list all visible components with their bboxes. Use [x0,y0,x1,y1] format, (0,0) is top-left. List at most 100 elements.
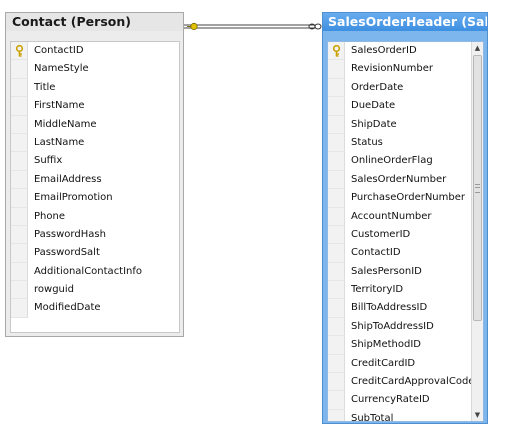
row-selector[interactable] [328,244,345,263]
row-selector[interactable] [328,409,345,421]
row-selector[interactable] [11,244,28,263]
row-selector[interactable] [328,262,345,282]
column-name: PasswordSalt [34,247,100,259]
row-selector[interactable] [328,207,345,226]
column-row[interactable]: SalesPersonID [328,262,471,282]
column-row[interactable]: SalesOrderID [328,42,471,61]
column-row[interactable]: TerritoryID [328,281,471,300]
sales-order-header-title[interactable]: SalesOrderHeader (Sales) [323,13,487,31]
row-selector[interactable] [328,97,345,116]
column-row[interactable]: ShipToAddressID [328,317,471,337]
column-name: ShipMethodID [351,339,421,351]
column-name: Phone [34,210,65,222]
scroll-up-arrow-icon[interactable]: ▲ [472,42,483,54]
column-row[interactable]: CurrencyRateID [328,391,471,410]
contact-column-list: ContactID NameStyle Title FirstName MiddleNa… [11,42,179,318]
column-row[interactable]: CreditCardApprovalCode [328,373,475,392]
column-name: OrderDate [351,81,404,93]
row-selector[interactable] [328,281,345,300]
column-name: MiddleName [34,118,97,130]
sales-order-header-column-list: SalesOrderID RevisionNumber OrderDate DueDa… [328,42,475,421]
row-selector[interactable] [11,299,28,318]
column-row[interactable]: ModifiedDate [11,299,179,318]
column-name: BillToAddressID [351,302,428,314]
row-selector[interactable] [11,115,28,134]
primary-key-icon [15,45,24,57]
row-selector[interactable] [11,170,28,190]
column-row[interactable]: Title [11,78,179,98]
column-row[interactable]: EmailAddress [11,170,179,190]
relationship-connector[interactable] [184,22,322,31]
row-selector[interactable] [328,78,345,98]
column-name: CurrencyRateID [351,394,430,406]
column-row[interactable]: ShipMethodID [328,336,471,355]
column-name: AccountNumber [351,210,432,222]
column-row[interactable]: NameStyle [11,60,179,79]
column-row[interactable]: PasswordSalt [11,244,179,263]
row-selector[interactable] [328,373,345,392]
scroll-down-arrow-icon[interactable]: ▼ [472,409,483,421]
column-row[interactable]: BillToAddressID [328,299,471,318]
row-selector[interactable] [11,207,28,226]
row-selector[interactable] [328,354,345,374]
row-selector[interactable] [328,189,345,208]
row-selector[interactable] [11,262,28,282]
row-selector[interactable] [11,78,28,98]
row-selector[interactable] [328,391,345,410]
column-row[interactable]: AdditionalContactInfo [11,262,179,282]
column-name: TerritoryID [351,284,404,296]
column-row[interactable]: FirstName [11,97,179,116]
column-row[interactable]: MiddleName [11,115,179,134]
column-row[interactable]: CreditCardID [328,354,471,374]
row-selector[interactable] [328,152,345,171]
row-selector[interactable] [328,133,345,153]
row-selector[interactable] [328,60,345,79]
column-row[interactable]: Phone [11,207,179,226]
row-selector[interactable] [328,115,345,134]
row-selector[interactable] [11,97,28,116]
row-selector[interactable] [11,225,28,245]
column-row[interactable]: OrderDate [328,78,471,98]
column-row[interactable]: EmailPromotion [11,189,179,208]
row-selector[interactable] [11,133,28,153]
column-name: Suffix [34,155,63,167]
column-name: CreditCardApprovalCode [351,376,475,388]
sales-order-header-column-grid: SalesOrderID RevisionNumber OrderDate DueDa… [327,41,484,422]
column-row[interactable]: CustomerID [328,225,471,245]
row-selector[interactable] [328,336,345,355]
row-selector[interactable] [11,189,28,208]
column-row[interactable]: PurchaseOrderNumber [328,189,471,208]
contact-table-title[interactable]: Contact (Person) [6,13,183,31]
column-name: ContactID [351,247,401,259]
column-row[interactable]: DueDate [328,97,471,116]
column-row[interactable]: Status [328,133,471,153]
column-row[interactable]: rowguid [11,281,179,300]
column-row[interactable]: Suffix [11,152,179,171]
column-name: CreditCardID [351,357,416,369]
column-row[interactable]: RevisionNumber [328,60,471,79]
row-selector[interactable] [328,299,345,318]
vertical-scrollbar[interactable]: ▲ ▼ [471,42,483,421]
thumb-grip-icon [475,184,480,193]
column-row[interactable]: ContactID [328,244,471,263]
column-row[interactable]: AccountNumber [328,207,471,226]
row-selector[interactable] [11,152,28,171]
sales-order-header-table[interactable]: SalesOrderHeader (Sales) SalesOrderID Rev… [322,12,488,424]
scroll-thumb[interactable] [473,55,482,321]
column-row[interactable]: PasswordHash [11,225,179,245]
row-selector[interactable] [11,281,28,300]
column-name: ShipToAddressID [351,320,434,332]
column-name: SalesOrderNumber [351,173,447,185]
column-row[interactable]: OnlineOrderFlag [328,152,471,171]
column-row[interactable]: SalesOrderNumber [328,170,471,190]
column-row[interactable]: SubTotal [328,409,471,421]
row-selector[interactable] [328,170,345,190]
column-row[interactable]: LastName [11,133,179,153]
column-row[interactable]: ShipDate [328,115,471,134]
row-selector[interactable] [11,60,28,79]
column-name: DueDate [351,100,396,112]
contact-table[interactable]: Contact (Person) ContactID NameStyle Title… [5,12,184,337]
row-selector[interactable] [328,317,345,337]
row-selector[interactable] [328,225,345,245]
column-row[interactable]: ContactID [11,42,179,61]
